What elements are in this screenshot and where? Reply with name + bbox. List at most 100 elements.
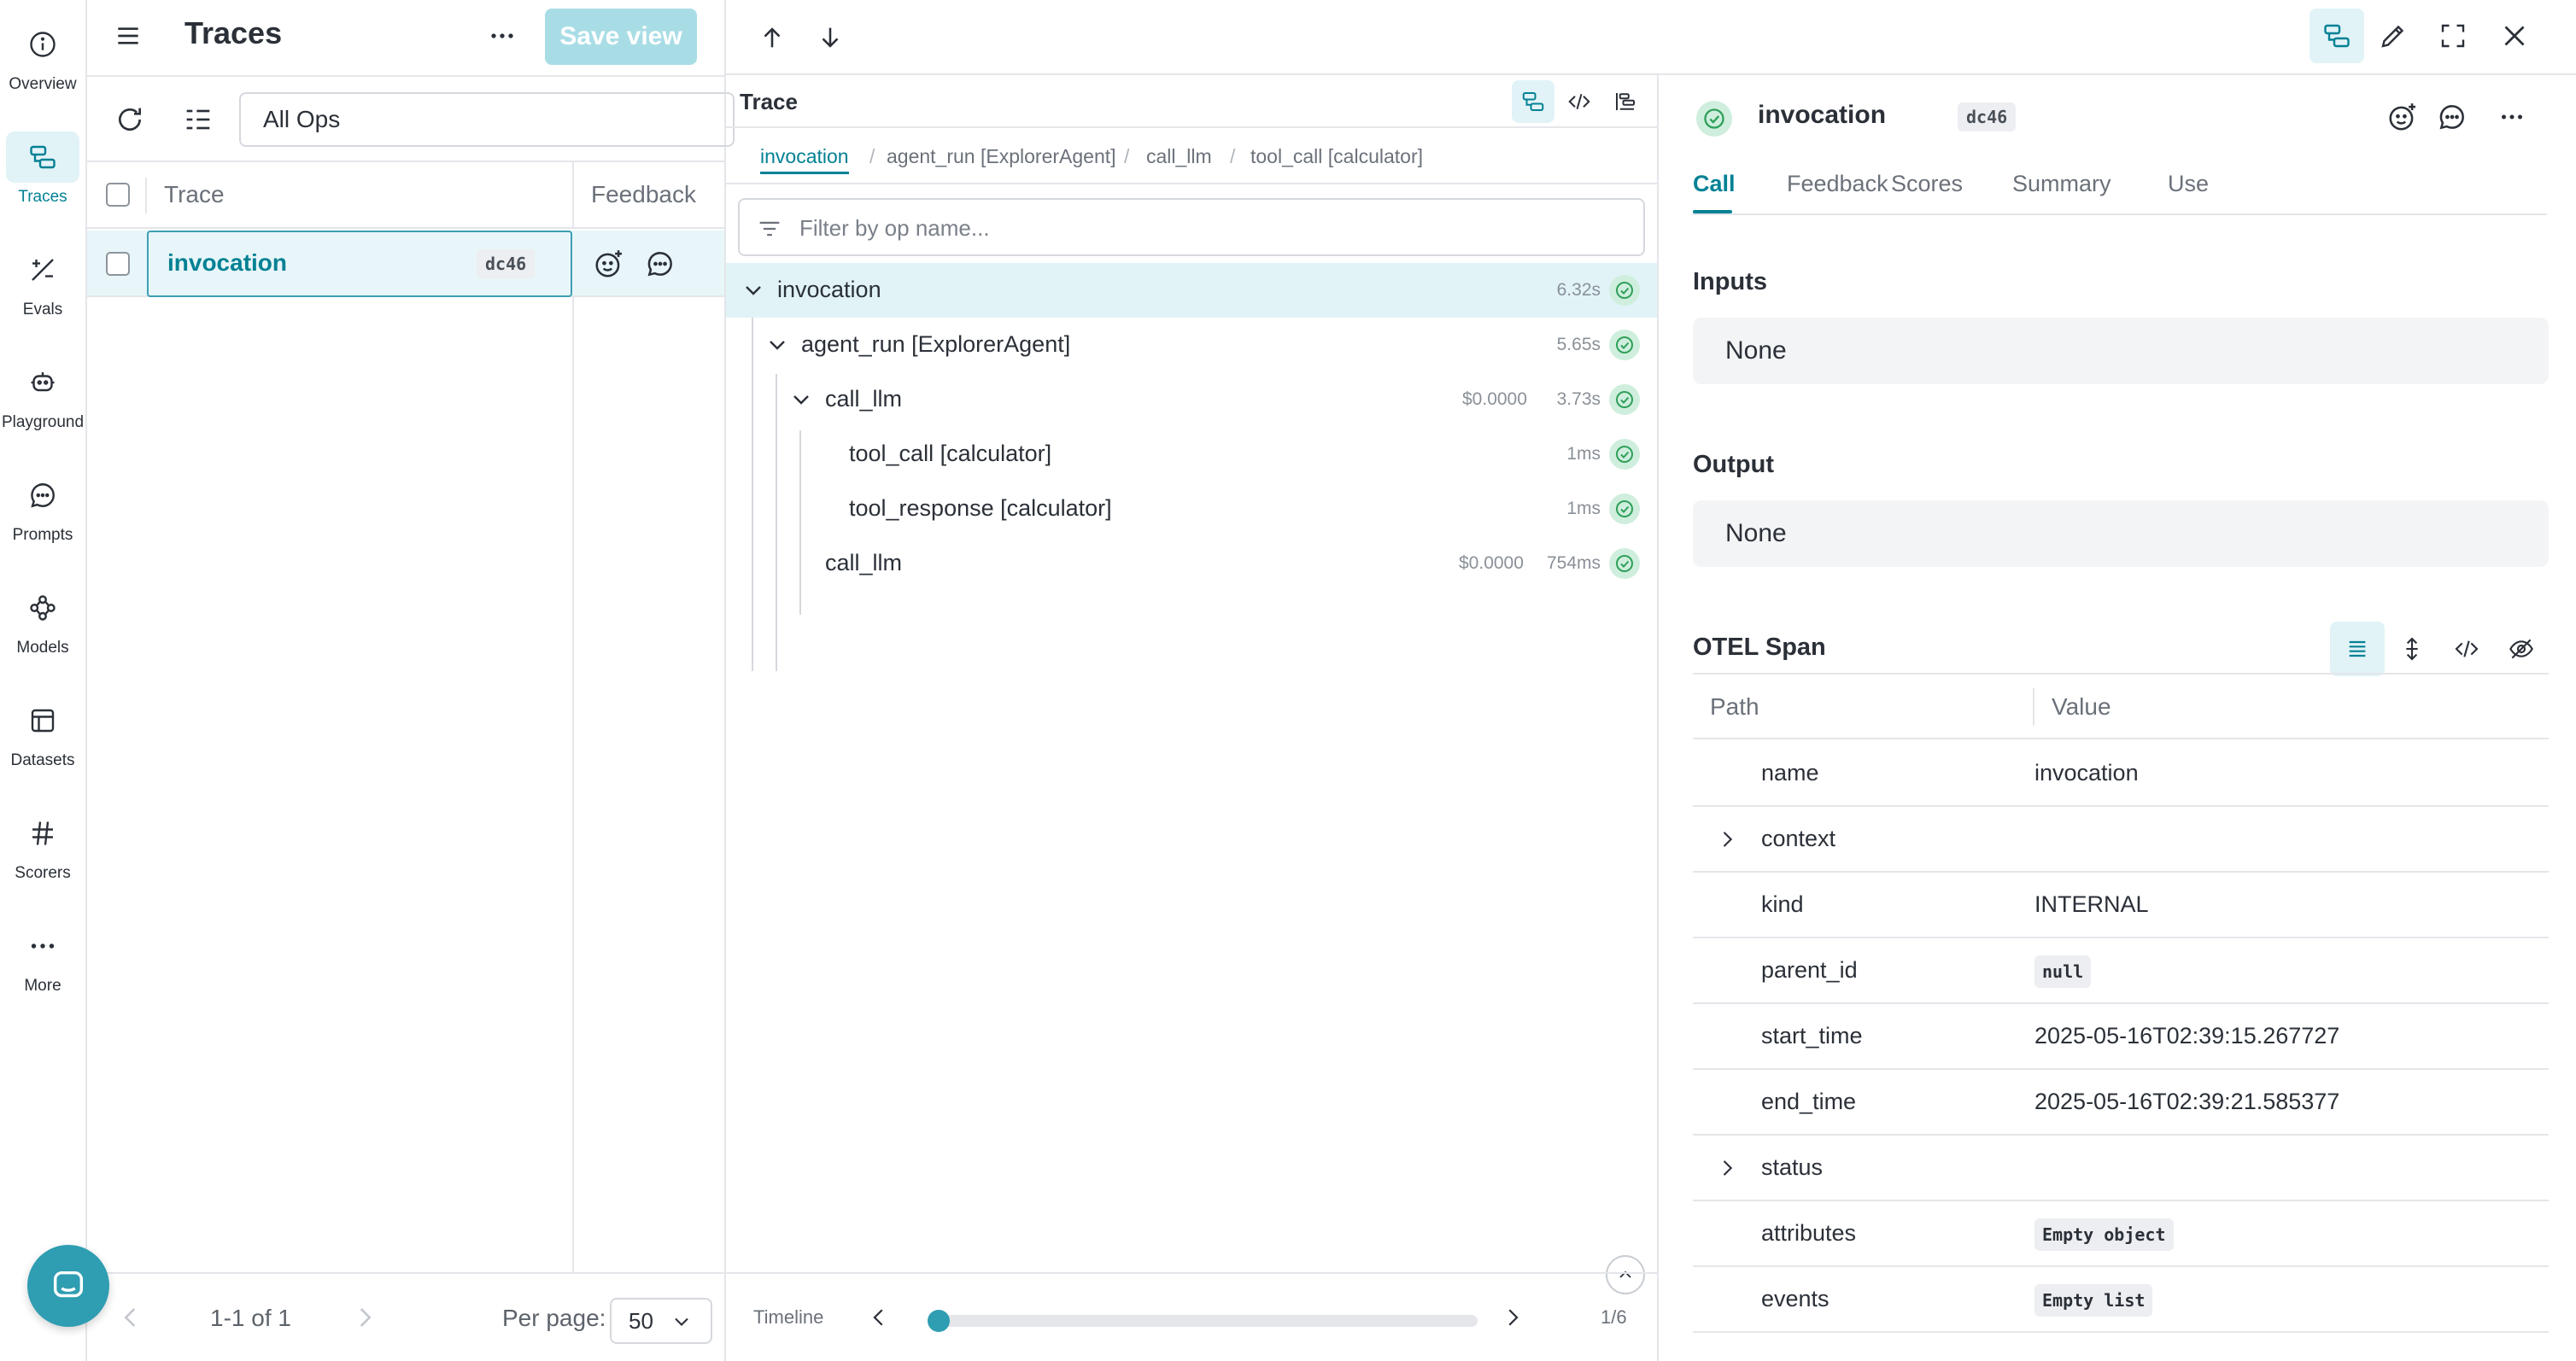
- pencil-icon[interactable]: [2366, 9, 2421, 63]
- trace-name[interactable]: invocation: [167, 249, 287, 277]
- dots-icon: [6, 920, 79, 972]
- nav-item-playground[interactable]: Playground: [0, 338, 85, 441]
- nav-item-scorers[interactable]: Scorers: [0, 789, 85, 891]
- prev-page-icon[interactable]: [116, 1303, 145, 1332]
- save-view-button[interactable]: Save view: [545, 9, 697, 65]
- hash-icon: [6, 808, 79, 859]
- timeline-slider[interactable]: [928, 1310, 1478, 1332]
- more-options-icon[interactable]: [2496, 101, 2528, 133]
- tab-summary[interactable]: Summary: [2012, 171, 2111, 197]
- nav-label: Models: [16, 639, 69, 657]
- otel-row-context[interactable]: context: [1693, 807, 2549, 873]
- comment-icon[interactable]: [2436, 101, 2468, 133]
- otel-value: 2025-05-16T02:39:21.585377: [2034, 1089, 2340, 1114]
- otel-row-end-time[interactable]: end_time 2025-05-16T02:39:21.585377: [1693, 1070, 2549, 1136]
- tree-row-invocation[interactable]: invocation 6.32s: [726, 263, 1657, 318]
- nav-item-models[interactable]: Models: [0, 564, 85, 666]
- feedback-column-header[interactable]: Feedback: [591, 181, 696, 208]
- trace-panel-header: Trace: [726, 75, 1657, 128]
- hamburger-menu-icon[interactable]: [111, 19, 145, 53]
- code-view-icon[interactable]: [1558, 80, 1601, 123]
- per-page-select[interactable]: 50: [610, 1298, 712, 1344]
- app-root: Overview Traces Evals Playground Prompts: [0, 0, 2576, 1361]
- nav-item-more[interactable]: More: [0, 902, 85, 1004]
- timeline-next-icon[interactable]: [1500, 1305, 1525, 1330]
- otel-row-name[interactable]: name invocation: [1693, 741, 2549, 807]
- otel-value-chip: null: [2034, 955, 2092, 988]
- comment-icon[interactable]: [644, 248, 676, 280]
- otel-row-events[interactable]: events Empty list: [1693, 1267, 2549, 1333]
- nav-item-datasets[interactable]: Datasets: [0, 676, 85, 779]
- tree-row-agent-run[interactable]: agent_run [ExplorerAgent] 5.65s: [726, 318, 1657, 372]
- nav-item-traces[interactable]: Traces: [0, 113, 85, 215]
- code-view-icon[interactable]: [2439, 622, 2494, 676]
- otel-value: invocation: [2034, 760, 2139, 786]
- arrow-down-icon[interactable]: [803, 10, 858, 65]
- add-reaction-icon[interactable]: [2386, 101, 2419, 133]
- timeline-slider-thumb[interactable]: [928, 1310, 950, 1332]
- next-page-icon[interactable]: [350, 1303, 379, 1332]
- details-tabs: Call Feedback Scores Summary Use: [1693, 161, 2547, 215]
- tab-scores[interactable]: Scores: [1891, 171, 1963, 197]
- tree-row-call-llm-2[interactable]: call_llm $0.0000 754ms: [726, 536, 1657, 591]
- tab-feedback[interactable]: Feedback: [1787, 171, 1888, 197]
- otel-value: INTERNAL: [2034, 891, 2149, 917]
- select-all-checkbox[interactable]: [106, 183, 130, 207]
- otel-row-start-time[interactable]: start_time 2025-05-16T02:39:15.267727: [1693, 1004, 2549, 1070]
- breadcrumb-item[interactable]: tool_call [calculator]: [1250, 145, 1423, 168]
- filter-placeholder: Filter by op name...: [799, 215, 990, 241]
- table-icon: [6, 695, 79, 746]
- otel-row-parent-id[interactable]: parent_id null: [1693, 938, 2549, 1004]
- chevron-right-icon[interactable]: [1715, 1156, 1739, 1180]
- breadcrumb-separator: /: [1230, 145, 1236, 167]
- ops-filter-select[interactable]: All Ops: [239, 92, 735, 147]
- tree-view-icon[interactable]: [1512, 80, 1554, 123]
- close-icon[interactable]: [2487, 9, 2542, 63]
- more-options-icon[interactable]: [485, 19, 519, 53]
- row-checkbox[interactable]: [106, 252, 130, 276]
- tab-use[interactable]: Use: [2168, 171, 2209, 197]
- evals-icon: [6, 244, 79, 295]
- nav-item-prompts[interactable]: Prompts: [0, 451, 85, 553]
- expand-vertical-icon[interactable]: [2385, 622, 2439, 676]
- otel-row-kind[interactable]: kind INTERNAL: [1693, 873, 2549, 938]
- support-chat-button[interactable]: [27, 1245, 109, 1327]
- otel-row-attributes[interactable]: attributes Empty object: [1693, 1201, 2549, 1267]
- table-row[interactable]: invocation dc46: [87, 231, 724, 297]
- filter-lines-icon: [755, 214, 784, 243]
- output-value: None: [1693, 500, 2549, 567]
- trace-cell[interactable]: invocation dc46: [147, 231, 572, 297]
- arrow-up-icon[interactable]: [745, 10, 799, 65]
- timeline-prev-icon[interactable]: [866, 1305, 892, 1330]
- chevron-down-icon[interactable]: [740, 277, 767, 304]
- trace-column-header[interactable]: Trace: [164, 181, 225, 208]
- path-column-header[interactable]: Path: [1710, 693, 1759, 721]
- nav-item-overview[interactable]: Overview: [0, 0, 85, 102]
- add-reaction-icon[interactable]: [593, 248, 625, 280]
- column-divider: [572, 297, 574, 1272]
- chevron-down-icon[interactable]: [787, 386, 815, 413]
- success-check-icon: [1609, 439, 1640, 470]
- list-view-icon[interactable]: [2330, 622, 2385, 676]
- breadcrumb-item[interactable]: agent_run [ExplorerAgent]: [887, 145, 1116, 168]
- refresh-icon[interactable]: [113, 102, 147, 137]
- op-filter-input[interactable]: Filter by op name...: [738, 198, 1645, 256]
- breadcrumb-item[interactable]: invocation: [760, 145, 849, 174]
- tree-row-call-llm[interactable]: call_llm $0.0000 3.73s: [726, 372, 1657, 427]
- tree-row-tool-response[interactable]: tool_response [calculator] 1ms: [726, 482, 1657, 536]
- otel-row-status[interactable]: status: [1693, 1136, 2549, 1201]
- nav-item-evals[interactable]: Evals: [0, 225, 85, 328]
- tab-call[interactable]: Call: [1693, 171, 1736, 197]
- trace-view-toggle-icon[interactable]: [2310, 9, 2364, 63]
- eye-off-icon[interactable]: [2494, 622, 2549, 676]
- timeline-view-icon[interactable]: [1604, 80, 1647, 123]
- value-column-header[interactable]: Value: [2052, 693, 2111, 721]
- chevron-right-icon[interactable]: [1715, 827, 1739, 851]
- breadcrumb-item[interactable]: call_llm: [1146, 145, 1212, 168]
- fullscreen-icon[interactable]: [2426, 9, 2480, 63]
- columns-icon[interactable]: [181, 102, 215, 137]
- success-check-icon: [1609, 494, 1640, 524]
- otel-path: status: [1761, 1154, 1824, 1180]
- tree-row-tool-call[interactable]: tool_call [calculator] 1ms: [726, 427, 1657, 482]
- chevron-down-icon[interactable]: [764, 331, 791, 359]
